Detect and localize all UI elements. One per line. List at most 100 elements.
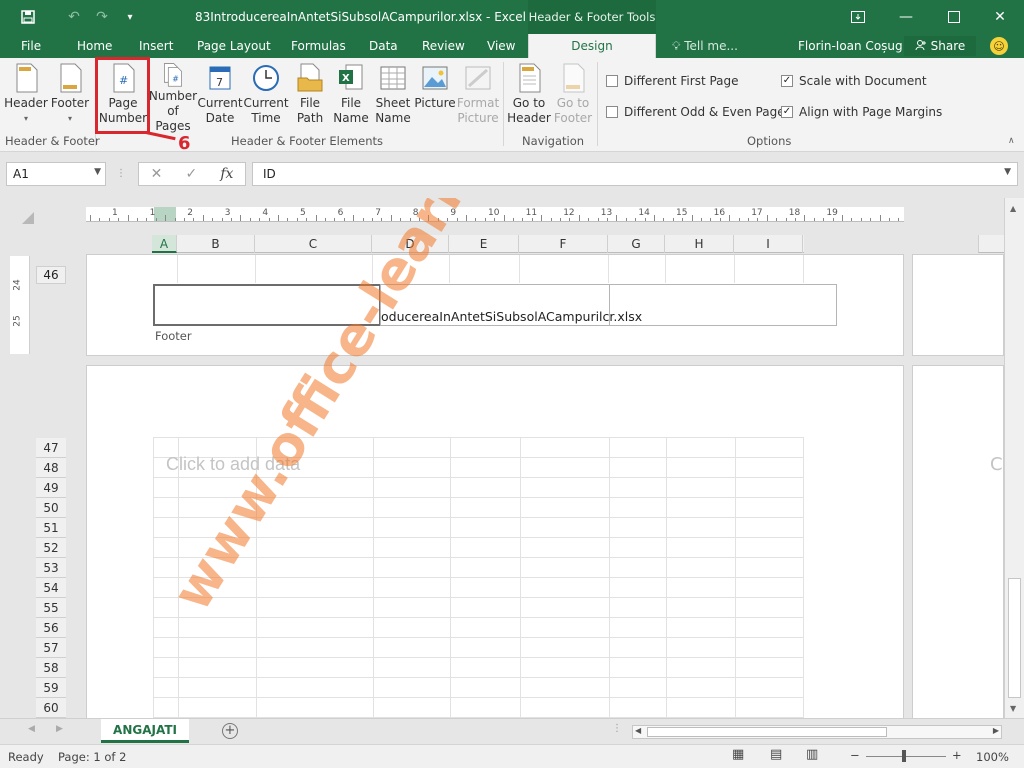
scroll-up-icon[interactable]: ▲ [1010,204,1016,213]
normal-view-icon[interactable]: ▦ [732,747,744,762]
column-header-a[interactable]: A [152,235,177,253]
row-header-52[interactable]: 52 [36,538,66,558]
go-to-header-button[interactable]: Go to Header [507,62,551,134]
different-odd-even-checkbox[interactable] [606,106,618,118]
scale-with-document-option[interactable]: ✓ Scale with Document [781,74,927,88]
ribbon-display-options-icon[interactable] [834,0,882,34]
footer-right-section[interactable] [609,284,837,326]
row-header-50[interactable]: 50 [36,498,66,518]
current-date-button[interactable]: 7 Current Date [197,62,243,134]
column-header-f[interactable]: F [519,235,608,253]
tabs-splitter-icon[interactable]: ⋮ [612,723,622,734]
enter-check-icon[interactable]: ✓ [185,166,197,182]
close-icon[interactable]: ✕ [976,0,1024,34]
scroll-right-icon[interactable]: ▶ [993,726,999,735]
row-header-54[interactable]: 54 [36,578,66,598]
click-to-add-data-placeholder-cut[interactable]: C [990,454,1003,475]
column-header-h[interactable]: H [665,235,734,253]
row-46-cells[interactable] [153,255,804,283]
tab-insert[interactable]: Insert [139,34,173,58]
different-first-page-checkbox[interactable] [606,75,618,87]
horizontal-scroll-thumb[interactable] [647,727,887,737]
current-time-button[interactable]: Current Time [243,62,289,134]
name-box-dropdown-icon[interactable]: ▼ [94,167,101,177]
minimize-icon[interactable]: — [882,0,930,34]
zoom-slider-track[interactable] [866,756,946,757]
tab-home[interactable]: Home [77,34,112,58]
click-to-add-data-placeholder[interactable]: Click to add data [166,454,300,475]
undo-icon[interactable]: ↶ [60,0,88,34]
tab-file[interactable]: File [21,34,41,58]
user-name[interactable]: Florin-Ioan Coșug [798,34,903,58]
column-header-g[interactable]: G [608,235,665,253]
column-header-c[interactable]: C [255,235,372,253]
tab-view[interactable]: View [487,34,515,58]
tab-design[interactable]: Design [528,34,656,58]
tab-data[interactable]: Data [369,34,398,58]
page-break-preview-icon[interactable]: ▥ [806,747,818,762]
scale-with-document-checkbox[interactable]: ✓ [781,75,793,87]
page-layout-view-icon[interactable]: ▤ [770,747,782,762]
select-all-corner[interactable] [22,212,34,224]
tab-review[interactable]: Review [422,34,465,58]
row-header-58[interactable]: 58 [36,658,66,678]
tell-me-box[interactable]: 💡︎ Tell me... [672,34,738,58]
horizontal-scrollbar[interactable]: ◀ ▶ [632,725,1002,739]
save-icon[interactable] [14,0,42,34]
expand-formula-bar-icon[interactable]: ▼ [1004,167,1011,177]
tab-formulas[interactable]: Formulas [291,34,346,58]
footer-button[interactable]: Footer ▾ [50,62,90,134]
number-of-pages-button[interactable]: # Number of Pages [149,62,197,134]
column-header-b[interactable]: B [177,235,255,253]
sheet-name-button[interactable]: Sheet Name [373,62,413,134]
cell-grid[interactable] [153,437,804,718]
row-header-57[interactable]: 57 [36,638,66,658]
add-sheet-icon[interactable]: + [222,723,238,739]
scroll-left-icon[interactable]: ◀ [635,726,641,735]
zoom-level[interactable]: 100% [976,750,1009,764]
customize-qat-icon[interactable]: ▾ [116,0,144,34]
go-to-footer-button[interactable]: Go to Footer [552,62,594,134]
different-first-page-option[interactable]: Different First Page [606,74,739,88]
footer-left-section[interactable] [153,284,381,326]
column-header-e[interactable]: E [449,235,519,253]
worksheet-area[interactable]: 1 1 2 3 4 5 6 7 8 9 10 11 12 13 14 15 16 17 18 19 ABCDEFGHI… [0,198,1004,718]
file-name-button[interactable]: X File Name [333,62,369,134]
name-box[interactable]: A1 ▼ [6,162,106,186]
row-header-55[interactable]: 55 [36,598,66,618]
collapse-ribbon-icon[interactable]: ∧ [1008,136,1015,146]
format-picture-button[interactable]: Format Picture [457,62,499,134]
row-header-51[interactable]: 51 [36,518,66,538]
vertical-scrollbar[interactable]: ▲ ▼ [1004,198,1024,718]
header-button[interactable]: Header ▾ [4,62,48,134]
row-header-49[interactable]: 49 [36,478,66,498]
row-header-59[interactable]: 59 [36,678,66,698]
redo-icon[interactable]: ↷ [88,0,116,34]
align-with-margins-checkbox[interactable]: ✓ [781,106,793,118]
footer-dropdown-icon[interactable]: ▾ [68,111,72,126]
row-header-56[interactable]: 56 [36,618,66,638]
formula-input[interactable]: ID ▼ [252,162,1018,186]
zoom-out-icon[interactable]: − [850,748,860,762]
vertical-scroll-thumb[interactable] [1008,578,1021,698]
picture-button[interactable]: Picture [414,62,456,134]
different-odd-even-option[interactable]: Different Odd & Even Pages [606,105,791,119]
row-header-53[interactable]: 53 [36,558,66,578]
sheet-tab-angajati[interactable]: ANGAJATI [101,719,189,743]
prev-sheet-icon[interactable]: ◀ [28,724,35,734]
column-header-d[interactable]: D [372,235,449,253]
zoom-in-icon[interactable]: + [952,748,962,762]
scroll-down-icon[interactable]: ▼ [1010,704,1016,713]
header-dropdown-icon[interactable]: ▾ [24,111,28,126]
column-header-i[interactable]: I [734,235,803,253]
maximize-icon[interactable] [930,0,978,34]
row-header-46[interactable]: 46 [36,266,66,284]
row-header-48[interactable]: 48 [36,458,66,478]
row-header-60[interactable]: 60 [36,698,66,718]
more-dots-icon[interactable]: ⋮ [116,168,126,179]
tab-page-layout[interactable]: Page Layout [197,34,271,58]
align-with-margins-option[interactable]: ✓ Align with Page Margins [781,105,942,119]
feedback-smiley-icon[interactable]: ☺ [990,37,1008,55]
zoom-slider-thumb[interactable] [902,750,906,762]
row-header-47[interactable]: 47 [36,438,66,458]
